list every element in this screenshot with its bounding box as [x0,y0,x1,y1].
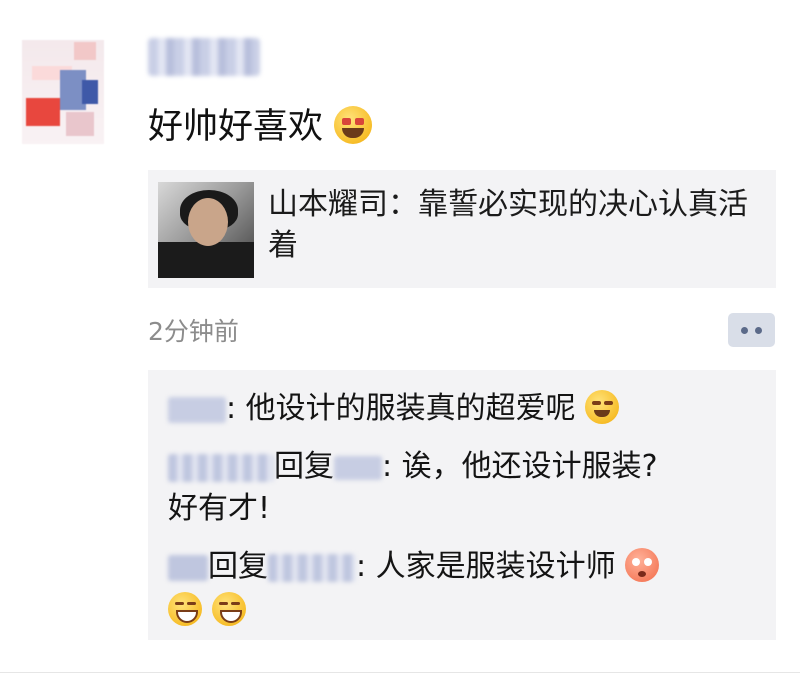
username-blurred[interactable] [148,38,260,76]
comment-text: : 人家是服装设计师 [356,549,616,584]
flushed-emoji-icon [625,548,660,582]
reply-label: 回复 [274,449,334,484]
post-text-content: 好帅好喜欢 [148,107,324,147]
emoji-row [168,590,246,632]
share-title: 山本耀司：靠誓必实现的决心认真活着 [268,187,748,263]
avatar[interactable] [22,40,104,144]
comment-row[interactable]: 回复 : 人家是服装设计师 [168,546,660,588]
grinning-squint-emoji-icon [211,592,246,626]
post-timestamp: 2分钟前 [148,317,239,346]
post-text: 好帅好喜欢 [148,106,373,148]
share-thumbnail [158,182,254,278]
shared-link-card[interactable]: 山本耀司：靠誓必实现的决心认真活着 [148,170,776,288]
comment-bubble-icon[interactable] [728,313,775,347]
smiling-emoji-icon [585,390,620,424]
commenter-name-blurred [168,453,274,482]
commenter-name-blurred [168,396,226,423]
comment-text: : 诶，他还设计服装? [382,449,658,484]
reply-label: 回复 [208,549,268,584]
reply-target-blurred [268,553,356,582]
comment-text-continued: 好有才! [168,491,271,526]
comment-row[interactable]: : 他设计的服装真的超爱呢 [168,388,620,430]
reply-target-blurred [334,455,382,480]
comments-section: : 他设计的服装真的超爱呢 回复 : 诶，他还设计服装? 好有才! 回复 : 人家是… [148,370,776,640]
star-struck-emoji-icon [334,106,373,144]
comment-row[interactable]: 回复 : 诶，他还设计服装? [168,446,658,488]
commenter-name-blurred [168,554,208,581]
comment-text: : 他设计的服装真的超爱呢 [226,391,576,426]
grinning-squint-emoji-icon [168,592,202,626]
divider [0,672,800,673]
